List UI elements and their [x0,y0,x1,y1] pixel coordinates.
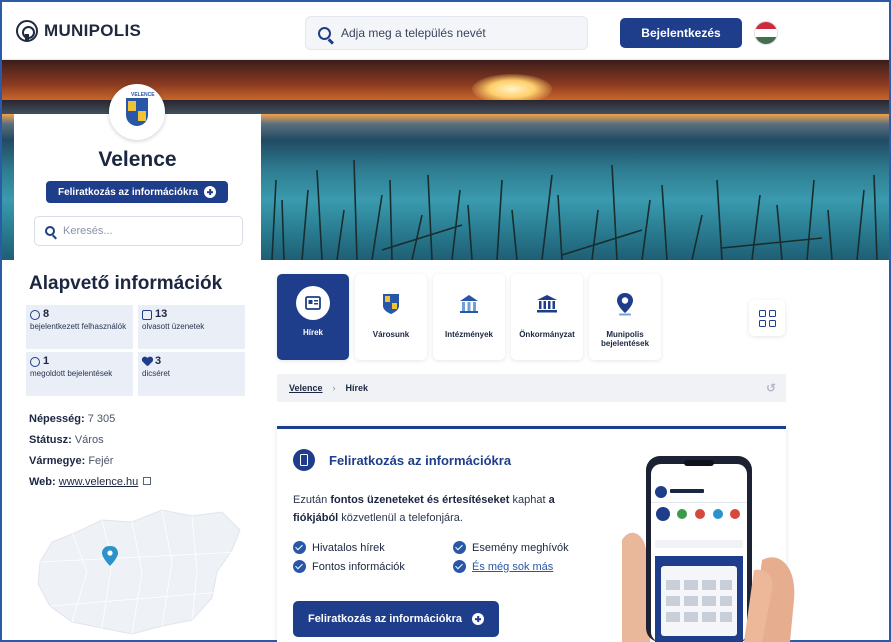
news-icon [296,286,330,320]
search-icon [318,26,331,40]
navigation-tiles: Hírek Városunk Intézmények Önkormányzat … [277,274,661,360]
back-arrow-icon[interactable]: ↺ [764,381,778,395]
feature-list: Hivatalos hírek Esemény meghívók Fontos … [293,541,603,573]
sidebar-search-box[interactable] [34,216,243,246]
hungarian-flag-icon[interactable] [755,22,777,44]
check-circle-icon [453,560,466,573]
external-link-icon [143,477,152,485]
crest-shield-icon [126,98,148,126]
town-facts: Népesség: 7 305 Státusz: Város Vármegye:… [29,409,152,493]
feature-item: Hivatalos hírek [293,541,453,554]
stat-label: megoldott bejelentések [30,368,113,378]
stat-label: olvasott üzenetek [142,321,205,331]
tile-munipolis-reports[interactable]: Munipolis bejelentések [589,274,661,360]
stat-label: dicséret [142,368,171,378]
stat-value: 8 [43,308,50,320]
heart-icon [142,357,152,366]
feature-item: Esemény meghívók [453,541,603,554]
tile-news[interactable]: Hírek [277,274,349,360]
institution-icon [457,292,481,316]
check-circle-icon [453,541,466,554]
all-modules-grid-button[interactable] [749,300,785,336]
tile-label: Városunk [372,330,410,339]
stat-logged-users: 8 bejelentkezett felhasználók [26,305,133,349]
subscribe-card-title: Feliratkozás az információkra [329,452,512,468]
phone-in-hand-image [622,456,795,642]
chevron-right-icon: › [332,383,336,393]
top-bar: MUNIPOLIS Bejelentkezés [2,2,889,60]
breadcrumb: Velence › Hírek ↺ [277,374,786,402]
subscribe-button-label: Feliratkozás az információkra [307,613,463,625]
person-icon [30,356,40,367]
crest-icon [379,292,403,316]
stat-label: bejelentkezett felhasználók [30,321,127,331]
subscribe-button-main[interactable]: Feliratkozás az információkra [293,601,499,637]
stat-value: 3 [155,355,162,367]
town-search-box[interactable] [305,16,588,50]
grid-icon [758,309,766,317]
stats-grid: 8 bejelentkezett felhasználók 13 olvasot… [26,305,246,396]
feature-more-link[interactable]: És még sok más [453,560,603,573]
town-search-input[interactable] [341,26,561,40]
government-icon [535,292,559,316]
tile-municipality[interactable]: Önkormányzat [511,274,583,360]
munipolis-logo-icon [16,20,38,42]
tile-institutions[interactable]: Intézmények [433,274,505,360]
tile-label: Önkormányzat [519,330,575,339]
subscribe-card-header: Feliratkozás az információkra [293,449,511,471]
tile-label: Intézmények [444,330,494,339]
check-circle-icon [293,560,306,573]
check-circle-icon [293,541,306,554]
feature-item: Fontos információk [293,560,453,573]
plus-circle-icon [204,186,217,198]
town-crest: VELENCE [109,84,165,140]
hungary-map [37,509,241,635]
logo-text: MUNIPOLIS [44,21,142,40]
subscribe-button-label: Feliratkozás az információkra [57,186,199,198]
location-pin-icon [613,292,637,316]
fact-status: Státusz: Város [29,434,104,446]
login-button[interactable]: Bejelentkezés [620,18,742,48]
stat-resolved-reports: 1 megoldott bejelentések [26,352,133,396]
town-name: Velence [98,148,177,171]
reeds-illustration [271,159,878,260]
message-icon [142,309,152,320]
breadcrumb-current: Hírek [345,383,369,393]
stat-value: 13 [155,308,168,320]
user-icon [30,309,40,320]
tile-label: Hírek [302,328,323,337]
breadcrumb-home-link[interactable]: Velence [289,383,323,393]
fact-population: Népesség: 7 305 [29,413,116,425]
munipolis-logo[interactable]: MUNIPOLIS [16,20,141,42]
fact-web: Web: www.velence.hu [29,472,152,493]
search-icon [45,226,55,236]
plus-circle-icon [472,613,485,625]
sidebar-search-input[interactable] [63,225,233,237]
tile-label: Munipolis bejelentések [600,330,650,349]
tile-our-town[interactable]: Városunk [355,274,427,360]
town-profile-card: VELENCE Velence Feliratkozás az informác… [14,84,261,264]
subscribe-button-sidebar[interactable]: Feliratkozás az információkra [46,181,228,203]
basic-info-title: Alapvető információk [29,273,223,294]
mobile-phone-icon [293,449,315,471]
stat-read-messages: 13 olvasott üzenetek [138,305,245,349]
website-link[interactable]: www.velence.hu [59,476,139,488]
subscribe-card-description: Ezután fontos üzeneteket és értesítéseke… [293,494,555,524]
fact-county: Vármegye: Fejér [29,455,114,467]
stat-praise: 3 dicséret [138,352,245,396]
stat-value: 1 [43,355,50,367]
